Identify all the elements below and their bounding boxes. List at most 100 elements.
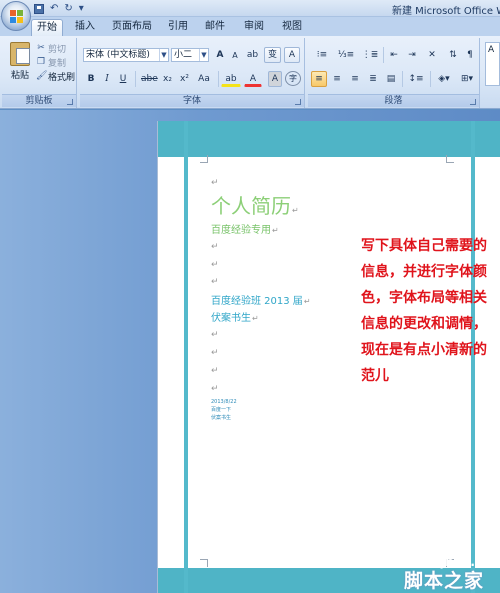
clipboard-group-label: 剪贴板 — [2, 94, 76, 107]
paragraph-mark: ↵ — [211, 242, 219, 252]
class-line[interactable]: 百度经验班 2013 届↵ — [211, 292, 311, 307]
font-color-button[interactable]: A — [244, 71, 262, 87]
author-line[interactable]: 伏案书生↵ — [211, 309, 259, 324]
redo-icon[interactable]: ↻ — [64, 3, 72, 15]
align-center-button[interactable]: ≡ — [329, 71, 345, 87]
grow-font-button[interactable]: A — [213, 47, 227, 63]
sort-icon: ⇅ — [449, 50, 457, 60]
bold-button[interactable]: B — [84, 71, 98, 87]
underline-button[interactable]: U — [116, 71, 130, 87]
date-line[interactable]: 2013/8/22 — [211, 399, 237, 406]
font-size-combo[interactable]: 小二 ▼ — [171, 48, 209, 62]
quick-access-toolbar: ↶ ↻ ▾ — [34, 2, 84, 15]
align-right-button[interactable]: ≡ — [347, 71, 363, 87]
enclose-characters-button[interactable]: 字 — [285, 71, 301, 86]
annotation-line: 色，字体布局等相关 — [361, 290, 487, 306]
paste-button[interactable]: 粘贴 — [6, 42, 34, 86]
office-logo-icon — [10, 10, 23, 23]
decrease-indent-button[interactable]: ⇤ — [386, 47, 402, 63]
undo-icon[interactable]: ↶ — [50, 3, 58, 15]
paragraph-mark: ↵ — [292, 206, 299, 215]
resume-subtitle[interactable]: 百度经验专用↵ — [211, 221, 279, 236]
line-spacing-button[interactable]: ↕≡ — [405, 71, 427, 87]
clipboard-group: 粘贴 ✂ 剪切 ❐ 复制 🖌 格式刷 剪贴板 — [2, 38, 77, 108]
phonetic-guide-button[interactable]: 变 — [264, 47, 281, 63]
bullets-icon: ⁝≡ — [316, 50, 328, 60]
resume-title[interactable]: 个人简历↵ — [211, 190, 299, 219]
font-group-label: 字体 — [80, 94, 304, 107]
customize-qat-icon[interactable]: ▾ — [79, 3, 84, 15]
numbering-button[interactable]: ⅓≡ — [335, 47, 357, 63]
format-painter-icon: 🖌 — [36, 71, 48, 81]
distribute-icon: ▤ — [386, 74, 396, 84]
cut-button[interactable]: ✂ 剪切 — [36, 42, 66, 55]
superscript-button[interactable]: x² — [177, 71, 192, 87]
format-painter-label: 格式刷 — [48, 72, 76, 83]
change-case-button[interactable]: Aa — [194, 71, 214, 87]
tab-review[interactable]: 审阅 — [240, 19, 268, 36]
highlight-button[interactable]: ab — [221, 71, 241, 87]
bullets-button[interactable]: ⁝≡ — [311, 47, 333, 63]
watermark-brand: 脚本之家 — [404, 570, 485, 592]
paragraph-mark: ↵ — [211, 348, 219, 358]
clear-formatting-button[interactable]: ab — [244, 47, 261, 63]
clipboard-dialog-launcher[interactable] — [67, 99, 73, 105]
tab-home[interactable]: 开始 — [31, 19, 63, 36]
paragraph-mark: ↵ — [303, 297, 311, 306]
annotation-line: 范儿 — [361, 368, 389, 384]
tab-page-layout[interactable]: 页面布局 — [110, 19, 154, 36]
chinese-layout-icon: ✕ — [428, 50, 436, 60]
font-dialog-launcher[interactable] — [295, 99, 301, 105]
character-shading-button[interactable]: A — [268, 71, 282, 87]
scissors-icon: ✂ — [37, 43, 45, 53]
multilevel-list-button[interactable]: ⋮≣ — [359, 47, 381, 63]
borders-button[interactable]: ⊞▾ — [457, 71, 477, 87]
paragraph-mark: ↵ — [272, 226, 279, 235]
align-center-icon: ≡ — [333, 74, 341, 84]
save-icon[interactable] — [34, 3, 44, 14]
distribute-button[interactable]: ▤ — [383, 71, 399, 87]
sort-button[interactable]: ⇅ — [445, 47, 461, 63]
tab-references[interactable]: 引用 — [164, 19, 192, 36]
author-line-text: 伏案书生 — [211, 313, 251, 324]
multilevel-list-icon: ⋮≣ — [361, 50, 379, 60]
increase-indent-icon: ⇥ — [408, 50, 416, 60]
left-vertical-rule — [184, 121, 188, 593]
shrink-font-button[interactable]: A — [228, 47, 242, 63]
paragraph-dialog-launcher[interactable] — [470, 99, 476, 105]
styles-gallery[interactable]: A — [485, 42, 500, 86]
office-button[interactable] — [1, 1, 31, 31]
tiny-line-2[interactable]: 百度一下 — [211, 407, 231, 414]
show-marks-button[interactable]: ¶ — [463, 47, 477, 63]
tab-mailings[interactable]: 邮件 — [201, 19, 229, 36]
italic-button[interactable]: I — [100, 71, 114, 87]
chevron-down-icon: ▼ — [159, 49, 168, 61]
clipboard-icon — [10, 42, 30, 66]
pilcrow-icon: ¶ — [467, 50, 473, 60]
ribbon-tabs: 开始 插入 页面布局 引用 邮件 审阅 视图 — [0, 17, 500, 36]
align-left-button[interactable]: ≡ — [311, 71, 327, 87]
tab-view[interactable]: 视图 — [278, 19, 306, 36]
line-spacing-icon: ↕≡ — [408, 74, 424, 84]
font-name-combo[interactable]: 宋体 (中文标题) ▼ — [83, 48, 169, 62]
subscript-button[interactable]: x₂ — [160, 71, 175, 87]
margin-corner — [446, 155, 454, 163]
chinese-layout-button[interactable]: ✕ — [422, 47, 442, 63]
justify-button[interactable]: ≣ — [365, 71, 381, 87]
increase-indent-button[interactable]: ⇥ — [404, 47, 420, 63]
align-left-icon: ≡ — [315, 74, 323, 84]
paragraph-mark: ↵ — [252, 314, 259, 323]
shading-button[interactable]: ◈▾ — [433, 71, 455, 87]
format-painter-button[interactable]: 🖌 格式刷 — [36, 70, 76, 83]
copy-button[interactable]: ❐ 复制 — [36, 56, 66, 69]
margin-corner — [200, 559, 208, 567]
class-line-text: 百度经验班 2013 届 — [211, 296, 303, 307]
resume-subtitle-text: 百度经验专用 — [211, 225, 271, 236]
paragraph-mark: ↵ — [211, 260, 219, 270]
paragraph-mark: ↵ — [211, 330, 219, 340]
character-border-button[interactable]: A — [284, 47, 300, 63]
tab-insert[interactable]: 插入 — [71, 19, 99, 36]
decrease-indent-icon: ⇤ — [390, 50, 398, 60]
tiny-line-3[interactable]: 伏案书生 — [211, 415, 231, 422]
strikethrough-button[interactable]: abe — [140, 71, 158, 87]
